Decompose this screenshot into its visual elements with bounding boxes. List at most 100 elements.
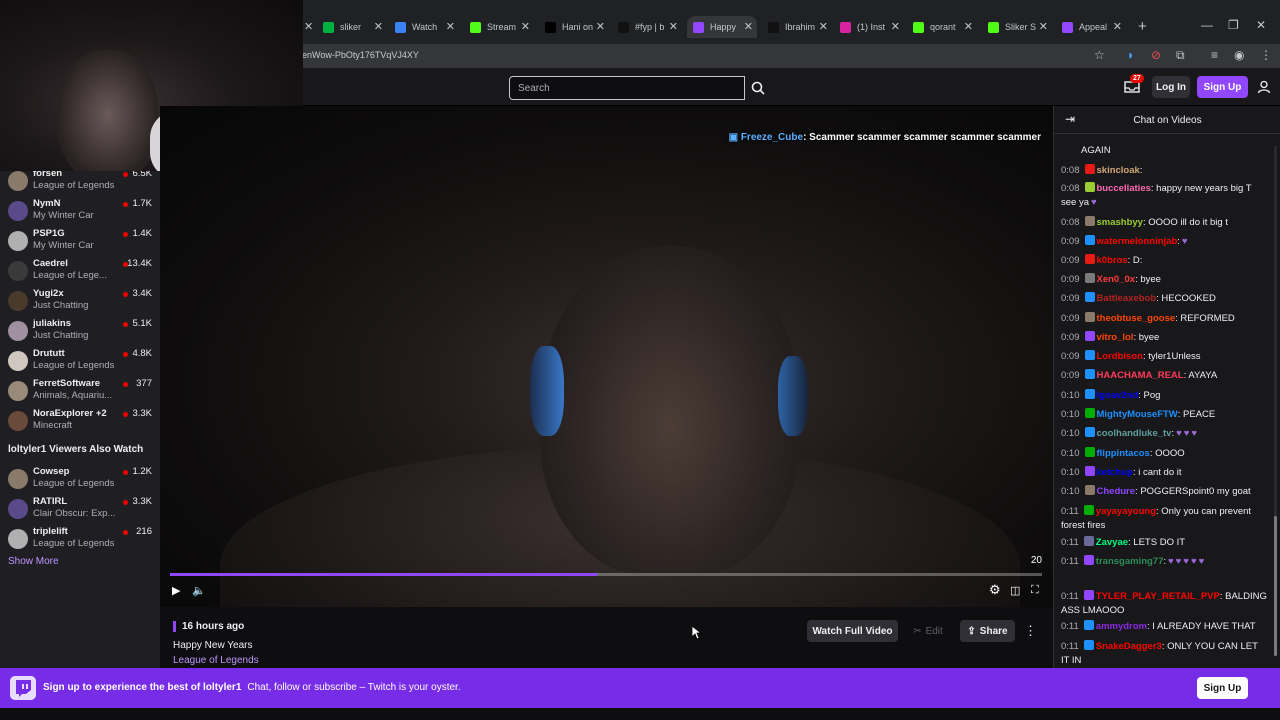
- login-button[interactable]: Log In: [1152, 76, 1190, 98]
- close-tab-icon[interactable]: ✕: [1113, 20, 1122, 33]
- extension-icon[interactable]: ⊘: [1151, 48, 1161, 62]
- chat-username[interactable]: ketchup: [1097, 467, 1133, 478]
- browser-tab[interactable]: Watch ✕: [389, 16, 459, 38]
- close-tab-icon[interactable]: ✕: [669, 20, 678, 33]
- chat-username[interactable]: watermelonninjab: [1097, 236, 1178, 247]
- edit-button[interactable]: ✂ Edit: [906, 620, 950, 642]
- tab-label: Hani on: [562, 22, 594, 32]
- sidebar-channel[interactable]: Yugi2x Just Chatting 3.4K: [0, 286, 160, 316]
- browser-tab[interactable]: Stream ✕: [464, 16, 534, 38]
- fullscreen-icon[interactable]: ⛶: [1031, 584, 1039, 597]
- browser-tab[interactable]: Happy ✕: [687, 16, 757, 38]
- profile-icon[interactable]: ◉: [1234, 48, 1244, 62]
- search-button[interactable]: [746, 76, 770, 100]
- viewer-count: 377: [136, 378, 152, 389]
- browser-tab[interactable]: sliker ✕: [317, 16, 387, 38]
- chat-username[interactable]: Zavyae: [1096, 537, 1128, 548]
- sidebar-channel[interactable]: FerretSoftware Animals, Aquariu... 377: [0, 376, 160, 406]
- sidebar-channel[interactable]: NoraExplorer +2 Minecraft 3.3K: [0, 406, 160, 436]
- show-more-link[interactable]: Show More: [8, 556, 59, 567]
- browser-tab[interactable]: Hani on ✕: [539, 16, 609, 38]
- new-tab-button[interactable]: +: [1138, 18, 1147, 35]
- chat-scrollbar-thumb[interactable]: [1274, 516, 1277, 656]
- sidebar-channel[interactable]: Drututt League of Legends 4.8K: [0, 346, 160, 376]
- chat-username[interactable]: transgaming77: [1096, 556, 1164, 567]
- chat-username[interactable]: Lordbison: [1097, 351, 1143, 362]
- chat-username[interactable]: ammydrom: [1096, 621, 1147, 632]
- extension-icon[interactable]: ◗: [1127, 48, 1134, 62]
- chat-username[interactable]: coolhandluke_tv: [1097, 428, 1172, 439]
- restore-icon[interactable]: ❐: [1228, 18, 1239, 32]
- minimize-icon[interactable]: —: [1201, 18, 1213, 32]
- volume-icon[interactable]: 🔈: [192, 584, 206, 597]
- sidebar-channel[interactable]: NymN My Winter Car 1.7K: [0, 196, 160, 226]
- media-controls-icon[interactable]: ≡: [1211, 48, 1218, 62]
- chat-text: : Pog: [1138, 390, 1161, 401]
- more-options-icon[interactable]: ⋮: [1024, 623, 1037, 639]
- close-tab-icon[interactable]: ✕: [374, 20, 383, 33]
- browser-menu-icon[interactable]: ⋮: [1260, 48, 1272, 62]
- chat-username[interactable]: k0bros: [1097, 255, 1128, 266]
- chat-message: 0:11 ammydrom: I ALREADY HAVE THAT: [1061, 620, 1267, 634]
- browser-tab[interactable]: (1) Inst ✕: [834, 16, 904, 38]
- chat-username[interactable]: Ignav2nd: [1097, 390, 1139, 401]
- video-player[interactable]: ▣ Freeze_Cube: Scammer scammer scammer s…: [160, 106, 1053, 607]
- chat-username[interactable]: buccellaties: [1097, 183, 1151, 194]
- close-tab-icon[interactable]: ✕: [304, 20, 313, 33]
- chat-timestamp: 0:09: [1061, 293, 1080, 304]
- play-icon[interactable]: ▶: [172, 584, 180, 597]
- bookmark-star-icon[interactable]: ☆: [1094, 48, 1105, 62]
- watch-full-video-button[interactable]: Watch Full Video: [807, 620, 898, 642]
- browser-tab[interactable]: Ibrahim ✕: [762, 16, 832, 38]
- video-age: 16 hours ago: [173, 621, 244, 632]
- chat-username[interactable]: theobtuse_goose: [1097, 313, 1176, 324]
- browser-tab[interactable]: Appeal ✕: [1056, 16, 1126, 38]
- share-button[interactable]: ⇪ Share: [960, 620, 1015, 642]
- theatre-mode-icon[interactable]: ◫: [1010, 584, 1020, 597]
- settings-gear-icon[interactable]: ⚙: [989, 582, 1001, 598]
- sidebar-channel[interactable]: Cowsep League of Legends 1.2K: [0, 464, 160, 494]
- sidebar-channel[interactable]: Caedrel League of Lege... 13.4K: [0, 256, 160, 286]
- close-tab-icon[interactable]: ✕: [596, 20, 605, 33]
- signup-button[interactable]: Sign Up: [1197, 76, 1248, 98]
- close-window-icon[interactable]: ✕: [1256, 18, 1266, 32]
- chat-username[interactable]: vitro_lol: [1097, 332, 1134, 343]
- close-tab-icon[interactable]: ✕: [446, 20, 455, 33]
- chat-username[interactable]: Xen0_0x: [1097, 274, 1136, 285]
- user-icon[interactable]: [1257, 80, 1271, 94]
- close-tab-icon[interactable]: ✕: [521, 20, 530, 33]
- extensions-puzzle-icon[interactable]: ⧉: [1176, 48, 1185, 63]
- sidebar-channel[interactable]: RATIRL Clair Obscur: Exp... 3.3K: [0, 494, 160, 524]
- chat-username[interactable]: Chedure: [1097, 486, 1136, 497]
- close-tab-icon[interactable]: ✕: [1039, 20, 1048, 33]
- chat-username[interactable]: TYLER_PLAY_RETAIL_PVP: [1096, 591, 1220, 602]
- sidebar-channel[interactable]: triplelift League of Legends 216: [0, 524, 160, 554]
- chat-username[interactable]: flippintacos: [1097, 448, 1150, 459]
- chat-timestamp: 0:09: [1061, 255, 1080, 266]
- browser-tab[interactable]: qorant ✕: [907, 16, 977, 38]
- chat-username[interactable]: HAACHAMA_REAL: [1097, 370, 1184, 381]
- url-field[interactable]: enWow-PbOty176TVqVJ4XY: [302, 50, 419, 60]
- chat-username[interactable]: Battleaxebob: [1097, 293, 1157, 304]
- chat-username[interactable]: MightyMouseFTW: [1097, 409, 1178, 420]
- chat-badge-icon: [1084, 254, 1095, 264]
- chat-timestamp: 0:09: [1061, 236, 1080, 247]
- close-tab-icon[interactable]: ✕: [819, 20, 828, 33]
- seek-bar[interactable]: [170, 573, 1042, 576]
- search-input[interactable]: Search: [509, 76, 745, 100]
- browser-tab[interactable]: Sliker S ✕: [982, 16, 1052, 38]
- chat-username[interactable]: yayayayoung: [1096, 506, 1156, 517]
- close-tab-icon[interactable]: ✕: [891, 20, 900, 33]
- sidebar-channel[interactable]: juliakins Just Chatting 5.1K: [0, 316, 160, 346]
- close-tab-icon[interactable]: ✕: [964, 20, 973, 33]
- chat-username[interactable]: SnakeDagger3: [1096, 641, 1162, 652]
- browser-tab[interactable]: #fyp | b ✕: [612, 16, 682, 38]
- sidebar-channel[interactable]: PSP1G My Winter Car 1.4K: [0, 226, 160, 256]
- chat-username[interactable]: skincloak: [1097, 165, 1140, 176]
- close-tab-icon[interactable]: ✕: [744, 20, 753, 33]
- banner-signup-button[interactable]: Sign Up: [1197, 677, 1248, 699]
- video-game-link[interactable]: League of Legends: [173, 655, 259, 666]
- chat-message: 0:09 vitro_lol: byee: [1061, 331, 1267, 345]
- chat-message: 0:08 smashbyy: OOOO ill do it big t: [1061, 216, 1267, 230]
- chat-username[interactable]: smashbyy: [1097, 217, 1143, 228]
